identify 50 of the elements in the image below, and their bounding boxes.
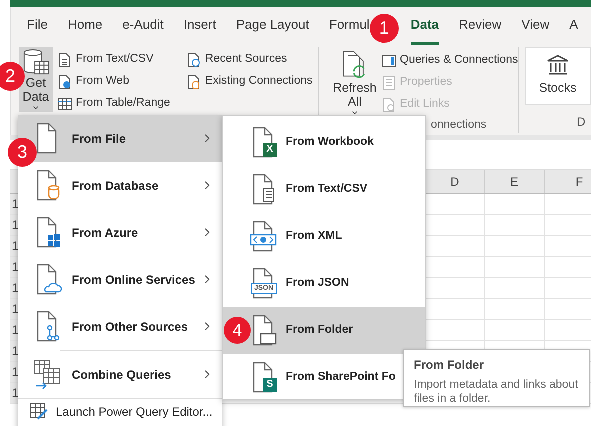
- caret-icon: [351, 109, 359, 117]
- table-pencil-icon: [30, 403, 48, 421]
- ribbon-tab[interactable]: Formul: [329, 14, 370, 45]
- database-document-icon: [186, 74, 202, 90]
- bank-icon: [547, 54, 569, 75]
- menu-item[interactable]: From XML: [223, 213, 425, 260]
- ribbon-command[interactable]: Existing Connections: [186, 71, 313, 93]
- step-badge: 4: [224, 317, 251, 344]
- refresh-all-button[interactable]: Refresh All: [333, 47, 377, 117]
- code-document-icon: [250, 220, 278, 252]
- menu-item[interactable]: X From Workbook: [223, 119, 425, 166]
- ribbon-tab[interactable]: Home: [68, 14, 103, 45]
- table-icon: [57, 96, 73, 112]
- stocks-button[interactable]: Stocks: [525, 47, 591, 105]
- ribbon-command[interactable]: Queries & Connections: [381, 50, 518, 72]
- ribbon-command[interactable]: Recent Sources: [186, 49, 313, 71]
- combine-tables-icon: [34, 360, 62, 390]
- step-badge: 1: [370, 14, 399, 42]
- get-data-button[interactable]: Get Data: [19, 47, 53, 112]
- menu-item[interactable]: Launch Power Query Editor...: [18, 399, 222, 425]
- pane-icon: [381, 53, 397, 69]
- menu-item[interactable]: Combine Queries: [18, 351, 222, 398]
- tooltip-title: From Folder: [414, 357, 486, 374]
- ribbon-command[interactable]: From Text/CSV: [57, 49, 170, 71]
- database-table-icon: [21, 49, 51, 76]
- ribbon-tab[interactable]: e-Audit: [122, 14, 164, 45]
- ribbon-tab[interactable]: Data: [410, 14, 440, 45]
- text-document-icon: [57, 52, 73, 68]
- ribbon-command[interactable]: From Web: [57, 71, 170, 93]
- tooltip-description: Import metadata and links about files in a folder.: [414, 378, 579, 406]
- group-label: D: [577, 114, 587, 131]
- ribbon-command[interactable]: From Table/Range: [57, 93, 170, 115]
- ribbon-tab[interactable]: View: [522, 14, 550, 45]
- caret-icon: [32, 104, 40, 112]
- menu-item[interactable]: S From SharePoint Fo: [223, 354, 403, 401]
- column-header[interactable]: E: [485, 170, 545, 193]
- column-header[interactable]: F: [545, 170, 591, 193]
- ribbon-tab[interactable]: Page Layout: [236, 14, 310, 45]
- ribbon-tab[interactable]: File: [27, 14, 48, 45]
- menu-item[interactable]: From Azure: [18, 209, 222, 256]
- ribbon-tab[interactable]: Review: [459, 14, 502, 45]
- list-icon: [381, 75, 397, 91]
- menu-item[interactable]: From Online Services: [18, 256, 222, 303]
- ribbon-tab[interactable]: Insert: [184, 14, 216, 45]
- step-badge: 2: [0, 62, 25, 91]
- menu-item[interactable]: From Other Sources: [18, 303, 222, 350]
- ribbon-tab[interactable]: A: [570, 14, 578, 45]
- group-label: onnections: [431, 118, 488, 133]
- menu-item[interactable]: 4 From Folder: [223, 307, 425, 354]
- menu-item[interactable]: From Text/CSV: [223, 166, 425, 213]
